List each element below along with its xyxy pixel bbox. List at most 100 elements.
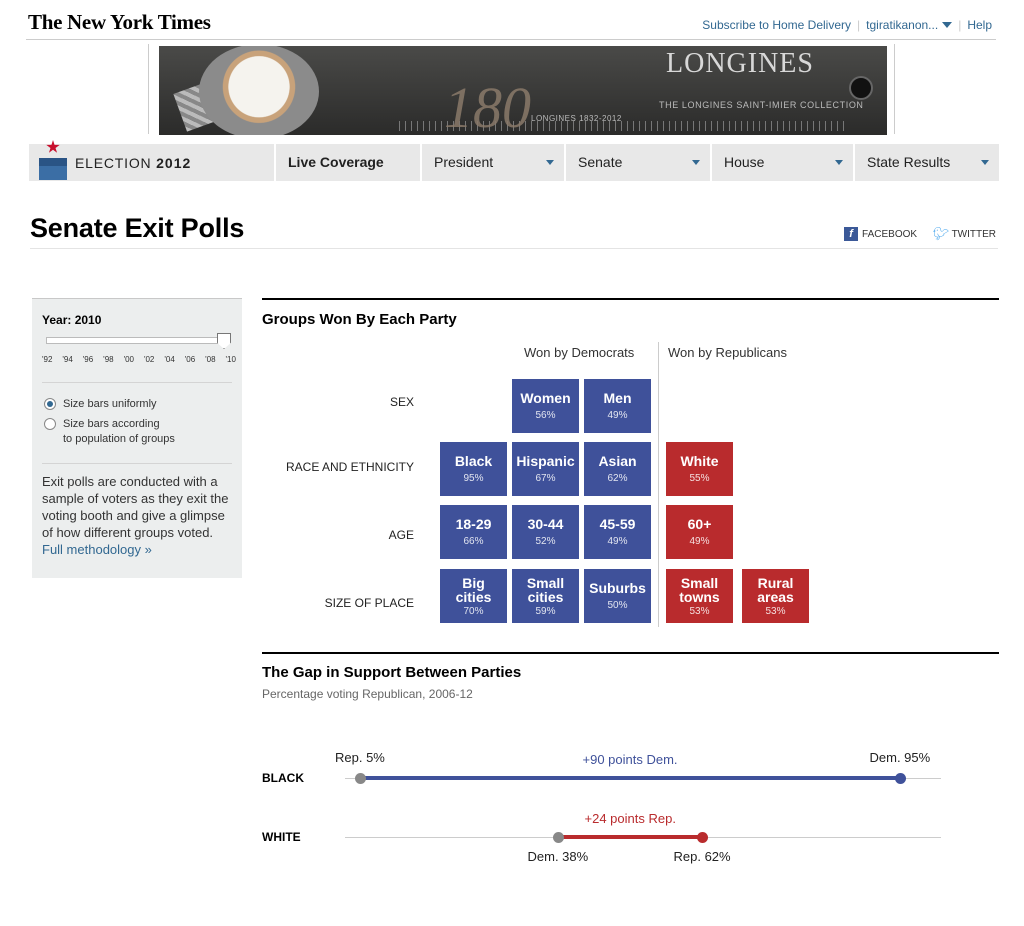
row-label-sex: SEX	[389, 395, 414, 409]
won-rep-header: Won by Republicans	[668, 345, 787, 360]
election-nav: ELECTION 2012 Live Coverage President Se…	[29, 140, 999, 181]
ad-collection: THE LONGINES SAINT-IMIER COLLECTION	[659, 100, 864, 110]
radio-label: Size bars uniformly	[63, 398, 157, 410]
user-name: tgiratikanon...	[866, 18, 939, 32]
top-links: Subscribe to Home Delivery | tgiratikano…	[702, 18, 992, 32]
section-rule	[262, 298, 999, 300]
chevron-down-icon	[546, 160, 554, 165]
radio-unselected-icon	[44, 418, 56, 430]
year-tick-label[interactable]: '92	[42, 355, 52, 364]
gap-start-dot[interactable]	[553, 832, 564, 843]
group-tile-big-cities[interactable]: Big cities 70%	[440, 569, 507, 623]
radio-size-population[interactable]: Size bars according to population of grou…	[44, 417, 175, 447]
methodology-text: Exit polls are conducted with a sample o…	[42, 474, 229, 557]
twitter-icon: 🐦︎	[931, 226, 948, 241]
won-dem-header: Won by Democrats	[524, 345, 635, 360]
year-tick-label[interactable]: '06	[185, 355, 195, 364]
year-tick-label[interactable]: '00	[124, 355, 134, 364]
gap-bar	[360, 776, 900, 780]
group-tile-men[interactable]: Men 49%	[584, 379, 651, 433]
ad-brand: LONGINES	[666, 48, 814, 79]
divider	[42, 463, 232, 464]
groups-title: Groups Won By Each Party	[262, 311, 457, 328]
group-tile-small-cities[interactable]: Small cities 59%	[512, 569, 579, 623]
gap-row-label: WHITE	[262, 830, 301, 844]
year-tick-label[interactable]: '08	[205, 355, 215, 364]
year-tick-label[interactable]: '94	[62, 355, 72, 364]
methodology-link[interactable]: Full methodology »	[42, 542, 152, 557]
chevron-down-icon	[835, 160, 843, 165]
row-label-age: AGE	[388, 528, 414, 542]
radio-selected-icon	[44, 398, 56, 410]
gap-value-label: Dem. 95%	[869, 750, 931, 765]
ad-years: LONGINES 1832-2012	[531, 114, 622, 123]
row-label-race: RACE AND ETHNICITY	[285, 460, 414, 474]
gap-difference-label: +24 points Rep.	[584, 811, 676, 826]
gap-row-label: BLACK	[262, 771, 304, 785]
group-tile-rural-areas[interactable]: Rural areas 53%	[742, 569, 809, 623]
nav-house[interactable]: House	[710, 144, 853, 181]
group-tile-age-18-29[interactable]: 18-29 66%	[440, 505, 507, 559]
year-tick-label[interactable]: '98	[103, 355, 113, 364]
group-tile-age-30-44[interactable]: 30-44 52%	[512, 505, 579, 559]
title-divider	[30, 248, 998, 249]
divider: |	[958, 18, 962, 32]
year-slider-handle[interactable]	[217, 333, 231, 349]
year-tick-label[interactable]: '04	[164, 355, 174, 364]
nav-senate[interactable]: Senate	[564, 144, 710, 181]
radio-label: Size bars according to population of grou…	[63, 418, 175, 445]
gap-value-label: Rep. 62%	[673, 849, 731, 864]
party-divider	[658, 342, 659, 627]
gap-end-dot[interactable]	[697, 832, 708, 843]
group-tile-suburbs[interactable]: Suburbs 50%	[584, 569, 651, 623]
ad-logo-icon	[849, 76, 873, 100]
year-tick-label[interactable]: '10	[226, 355, 236, 364]
subscribe-link[interactable]: Subscribe to Home Delivery	[702, 18, 851, 32]
gap-subtitle: Percentage voting Republican, 2006-12	[262, 687, 473, 701]
chevron-down-icon	[692, 160, 700, 165]
divider	[42, 382, 232, 383]
facebook-share[interactable]: f FACEBOOK	[844, 227, 917, 241]
twitter-share[interactable]: 🐦︎ TWITTER	[931, 226, 996, 242]
page-title: Senate Exit Polls	[30, 213, 245, 243]
nav-state-results[interactable]: State Results	[853, 144, 999, 181]
chevron-down-icon	[981, 160, 989, 165]
group-tile-women[interactable]: Women 56%	[512, 379, 579, 433]
group-tile-asian[interactable]: Asian 62%	[584, 442, 651, 496]
gap-start-dot[interactable]	[355, 773, 366, 784]
section-rule	[262, 652, 999, 654]
gap-end-dot[interactable]	[895, 773, 906, 784]
group-tile-small-towns[interactable]: Small towns 53%	[666, 569, 733, 623]
gap-value-label: Rep. 5%	[335, 750, 385, 765]
ballot-box-icon	[39, 140, 67, 184]
share-links: f FACEBOOK 🐦︎ TWITTER	[844, 226, 996, 242]
nav-live-coverage[interactable]: Live Coverage	[274, 144, 420, 181]
group-tile-black[interactable]: Black 95%	[440, 442, 507, 496]
user-menu[interactable]: tgiratikanon...	[866, 18, 953, 32]
radio-size-uniform[interactable]: Size bars uniformly	[44, 397, 157, 412]
year-tick-label[interactable]: '96	[83, 355, 93, 364]
longines-ad-banner[interactable]: 180 LONGINES 1832-2012 LONGINES THE LONG…	[159, 46, 887, 135]
gap-difference-label: +90 points Dem.	[582, 752, 678, 767]
gap-title: The Gap in Support Between Parties	[262, 664, 522, 681]
year-label: Year: 2010	[42, 313, 102, 327]
gap-value-label: Dem. 38%	[527, 849, 589, 864]
year-slider-track[interactable]	[46, 337, 228, 344]
help-link[interactable]: Help	[967, 18, 992, 32]
group-tile-white[interactable]: White 55%	[666, 442, 733, 496]
divider: |	[857, 18, 861, 32]
election-section-title[interactable]: ELECTION 2012	[75, 155, 191, 171]
facebook-icon: f	[844, 227, 859, 241]
nav-president[interactable]: President	[420, 144, 564, 181]
watch-image	[199, 46, 319, 135]
group-tile-hispanic[interactable]: Hispanic 67%	[512, 442, 579, 496]
group-tile-age-45-59[interactable]: 45-59 49%	[584, 505, 651, 559]
header-divider	[26, 39, 996, 40]
year-tick-label[interactable]: '02	[144, 355, 154, 364]
sidebar-controls: Year: 2010 '92 '94 '96 '98 '00 '02 '04 '06 '08 '1…	[32, 298, 242, 578]
year-ticks: '92 '94 '96 '98 '00 '02 '04 '06 '08 '10	[42, 355, 236, 364]
nyt-logo[interactable]: The New York Times	[28, 10, 211, 35]
ad-anniversary: 180	[444, 75, 531, 135]
group-tile-age-60-plus[interactable]: 60+ 49%	[666, 505, 733, 559]
chevron-down-icon	[942, 22, 953, 28]
